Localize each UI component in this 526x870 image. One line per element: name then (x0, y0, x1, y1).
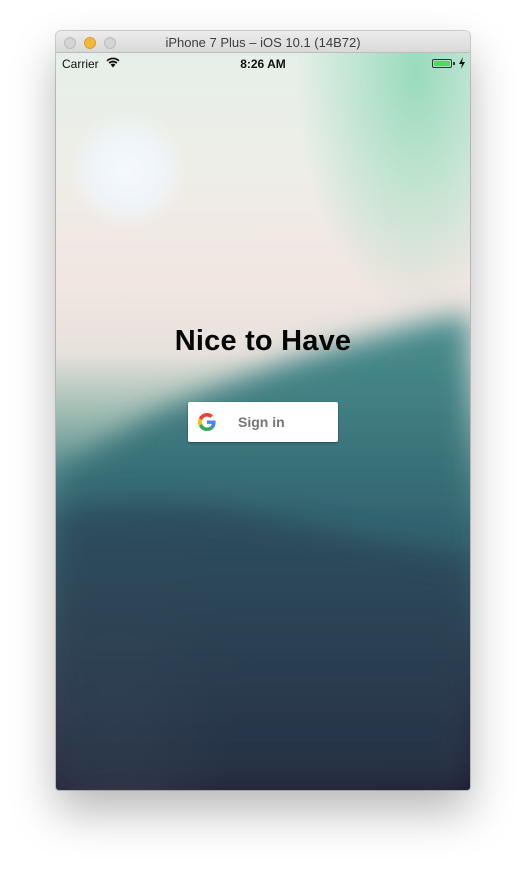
battery-level (434, 61, 450, 66)
app-title: Nice to Have (174, 325, 352, 357)
status-bar: Carrier 8:26 AM (56, 53, 470, 73)
window-titlebar[interactable]: iPhone 7 Plus – iOS 10.1 (14B72) (56, 31, 470, 53)
simulator-window: iPhone 7 Plus – iOS 10.1 (14B72) Carrier (56, 31, 470, 790)
google-icon (198, 413, 216, 431)
battery-tip (453, 62, 455, 65)
google-sign-in-button[interactable]: Sign in (188, 402, 338, 442)
app-screen: Carrier 8:26 AM Nice to Have Sign in (56, 53, 470, 790)
charging-bolt-icon (459, 57, 465, 69)
sign-in-label: Sign in (238, 414, 285, 430)
battery-icon (432, 59, 452, 68)
status-time: 8:26 AM (240, 57, 286, 71)
window-title: iPhone 7 Plus – iOS 10.1 (14B72) (165, 35, 361, 50)
